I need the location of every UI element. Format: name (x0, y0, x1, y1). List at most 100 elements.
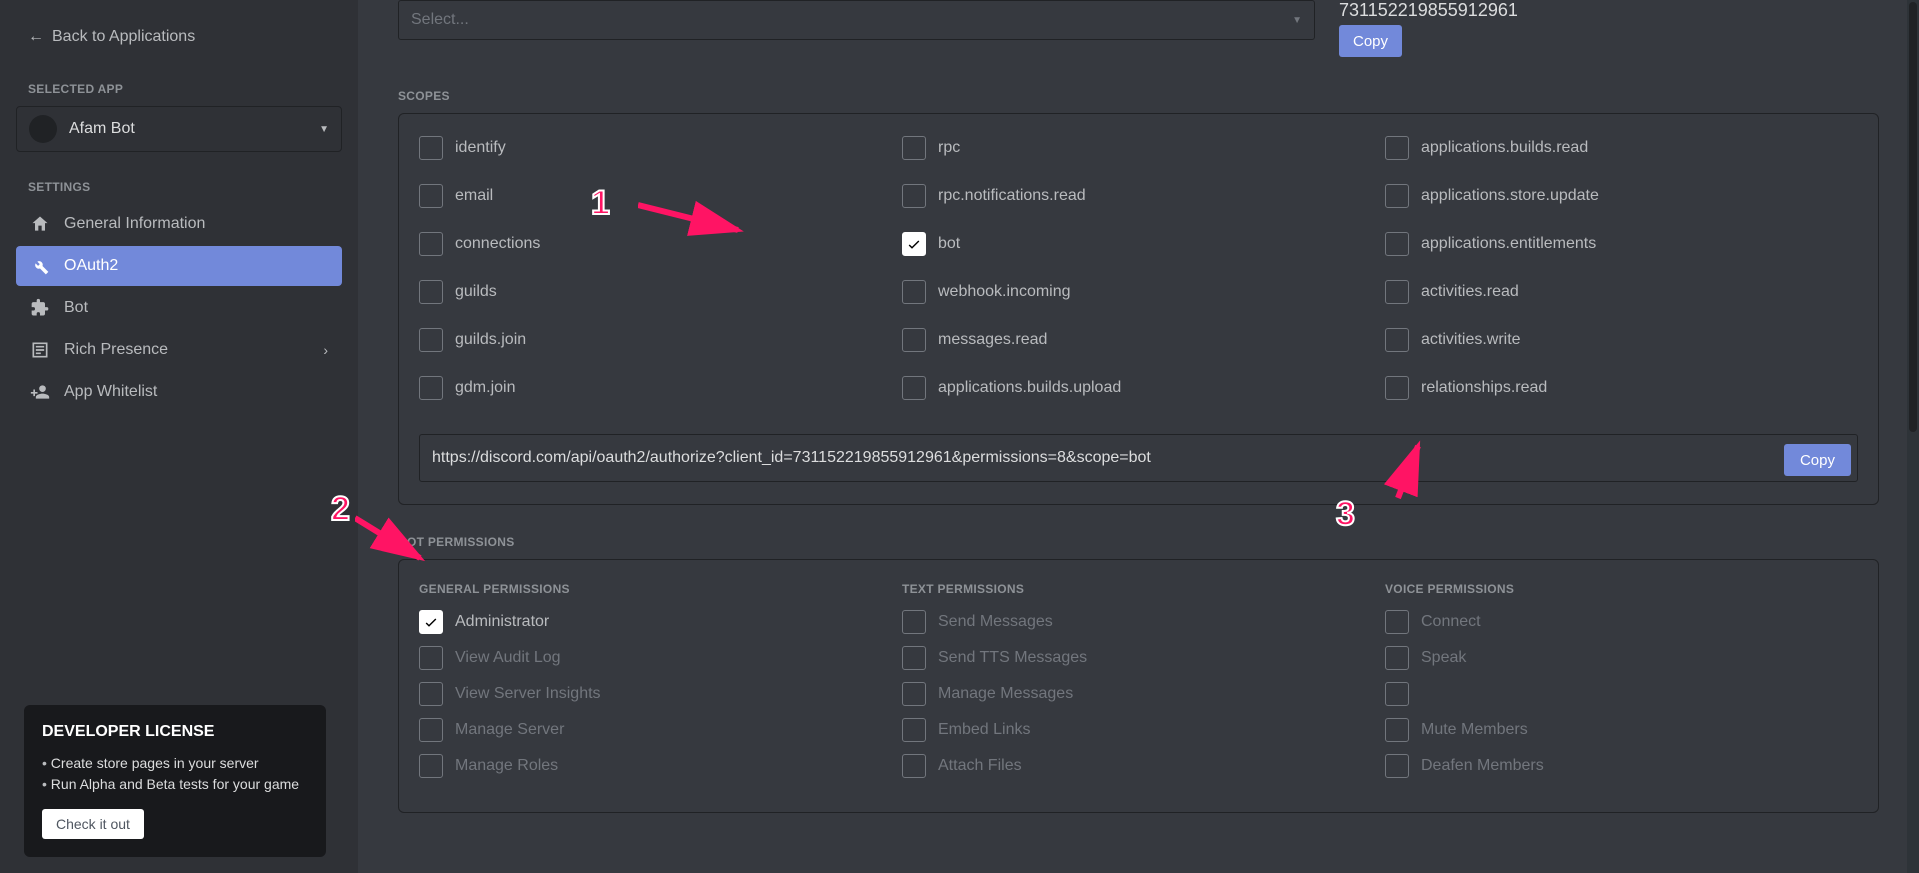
checkbox[interactable] (1385, 718, 1409, 742)
scope-applications-builds-upload[interactable]: applications.builds.upload (902, 376, 1375, 400)
scrollbar-track[interactable] (1907, 0, 1919, 873)
nav-oauth2[interactable]: OAuth2 (16, 246, 342, 286)
scope-guilds-join[interactable]: guilds.join (419, 328, 892, 352)
perm-voice-empty[interactable] (1385, 682, 1858, 706)
perm-text-embed links[interactable]: Embed Links (902, 718, 1375, 742)
checkbox[interactable] (902, 754, 926, 778)
nav-general-information[interactable]: General Information (16, 204, 342, 244)
scope-email[interactable]: email (419, 184, 892, 208)
perm-text-send tts messages[interactable]: Send TTS Messages (902, 646, 1375, 670)
scope-guilds[interactable]: guilds (419, 280, 892, 304)
scope-rpc[interactable]: rpc (902, 136, 1375, 160)
scope-connections[interactable]: connections (419, 232, 892, 256)
checkbox[interactable] (1385, 232, 1409, 256)
checkbox[interactable] (1385, 328, 1409, 352)
nav-app-whitelist[interactable]: App Whitelist (16, 372, 342, 412)
checkbox-label: Connect (1421, 613, 1481, 631)
checkbox[interactable] (902, 646, 926, 670)
scope-identify[interactable]: identify (419, 136, 892, 160)
checkbox[interactable] (419, 232, 443, 256)
perm-text-manage messages[interactable]: Manage Messages (902, 682, 1375, 706)
perm-general-manage server[interactable]: Manage Server (419, 718, 892, 742)
checkbox-label: Mute Members (1421, 721, 1528, 739)
checkbox[interactable] (902, 376, 926, 400)
checkbox[interactable] (902, 232, 926, 256)
promo-title: DEVELOPER LICENSE (42, 723, 308, 741)
checkbox[interactable] (419, 184, 443, 208)
perm-general-manage roles[interactable]: Manage Roles (419, 754, 892, 778)
scope-webhook-incoming[interactable]: webhook.incoming (902, 280, 1375, 304)
perm-text-send messages[interactable]: Send Messages (902, 610, 1375, 634)
checkbox[interactable] (419, 376, 443, 400)
scrollbar-thumb[interactable] (1909, 2, 1917, 432)
perm-general-administrator[interactable]: Administrator (419, 610, 892, 634)
nav-bot[interactable]: Bot (16, 288, 342, 328)
auth-url-row: https://discord.com/api/oauth2/authorize… (419, 434, 1858, 482)
checkbox[interactable] (419, 610, 443, 634)
checkbox-label: webhook.incoming (938, 283, 1071, 301)
checkbox-label: Speak (1421, 649, 1466, 667)
perm-text-attach files[interactable]: Attach Files (902, 754, 1375, 778)
checkbox[interactable] (419, 328, 443, 352)
checkbox[interactable] (902, 280, 926, 304)
scope-applications-entitlements[interactable]: applications.entitlements (1385, 232, 1858, 256)
perm-general-view audit log[interactable]: View Audit Log (419, 646, 892, 670)
checkbox-label: Attach Files (938, 757, 1022, 775)
checkbox[interactable] (419, 682, 443, 706)
checkbox[interactable] (902, 682, 926, 706)
checkbox[interactable] (1385, 682, 1409, 706)
checkbox[interactable] (1385, 184, 1409, 208)
back-to-applications-link[interactable]: ← Back to Applications (16, 20, 342, 54)
checkbox-label: rpc (938, 139, 960, 157)
copy-client-id-button[interactable]: Copy (1339, 25, 1402, 57)
text-permissions-header: Text Permissions (902, 582, 1375, 596)
checkbox[interactable] (902, 136, 926, 160)
app-selector[interactable]: Afam Bot ▼ (16, 106, 342, 152)
copy-url-button[interactable]: Copy (1784, 444, 1851, 476)
checkbox[interactable] (902, 328, 926, 352)
perm-voice-mute members[interactable]: Mute Members (1385, 718, 1858, 742)
checkbox[interactable] (1385, 754, 1409, 778)
checkbox[interactable] (419, 646, 443, 670)
checkbox[interactable] (902, 184, 926, 208)
checkbox[interactable] (1385, 136, 1409, 160)
perm-voice-deafen members[interactable]: Deafen Members (1385, 754, 1858, 778)
checkbox[interactable] (1385, 280, 1409, 304)
checkbox-label: activities.write (1421, 331, 1521, 349)
checkbox-label: connections (455, 235, 540, 253)
checkbox[interactable] (1385, 646, 1409, 670)
redirect-select[interactable]: Select... ▼ (398, 0, 1315, 40)
checkbox[interactable] (1385, 376, 1409, 400)
perm-voice-speak[interactable]: Speak (1385, 646, 1858, 670)
checkbox-label: rpc.notifications.read (938, 187, 1086, 205)
scope-gdm-join[interactable]: gdm.join (419, 376, 892, 400)
scope-rpc-notifications-read[interactable]: rpc.notifications.read (902, 184, 1375, 208)
check-it-out-button[interactable]: Check it out (42, 809, 144, 839)
nav-label: Rich Presence (64, 341, 168, 359)
promo-bullet: Create store pages in your server (42, 753, 308, 774)
checkbox[interactable] (419, 136, 443, 160)
checkbox[interactable] (902, 718, 926, 742)
checkbox[interactable] (419, 718, 443, 742)
scope-messages-read[interactable]: messages.read (902, 328, 1375, 352)
checkbox[interactable] (419, 754, 443, 778)
checkbox-label: Manage Messages (938, 685, 1073, 703)
checkbox[interactable] (1385, 610, 1409, 634)
nav-rich-presence[interactable]: Rich Presence › (16, 330, 342, 370)
checkbox[interactable] (419, 280, 443, 304)
scope-activities-read[interactable]: activities.read (1385, 280, 1858, 304)
checkbox-label: applications.builds.read (1421, 139, 1588, 157)
client-id-group: 731152219855912961 Copy (1339, 0, 1879, 57)
scope-applications-store-update[interactable]: applications.store.update (1385, 184, 1858, 208)
perm-voice-connect[interactable]: Connect (1385, 610, 1858, 634)
scope-activities-write[interactable]: activities.write (1385, 328, 1858, 352)
checkbox-label: identify (455, 139, 506, 157)
perm-general-view server insights[interactable]: View Server Insights (419, 682, 892, 706)
checkbox-label: bot (938, 235, 960, 253)
scope-applications-builds-read[interactable]: applications.builds.read (1385, 136, 1858, 160)
scope-relationships-read[interactable]: relationships.read (1385, 376, 1858, 400)
auth-url-text: https://discord.com/api/oauth2/authorize… (432, 449, 1774, 467)
scope-bot[interactable]: bot (902, 232, 1375, 256)
checkbox[interactable] (902, 610, 926, 634)
puzzle-icon (30, 298, 50, 318)
